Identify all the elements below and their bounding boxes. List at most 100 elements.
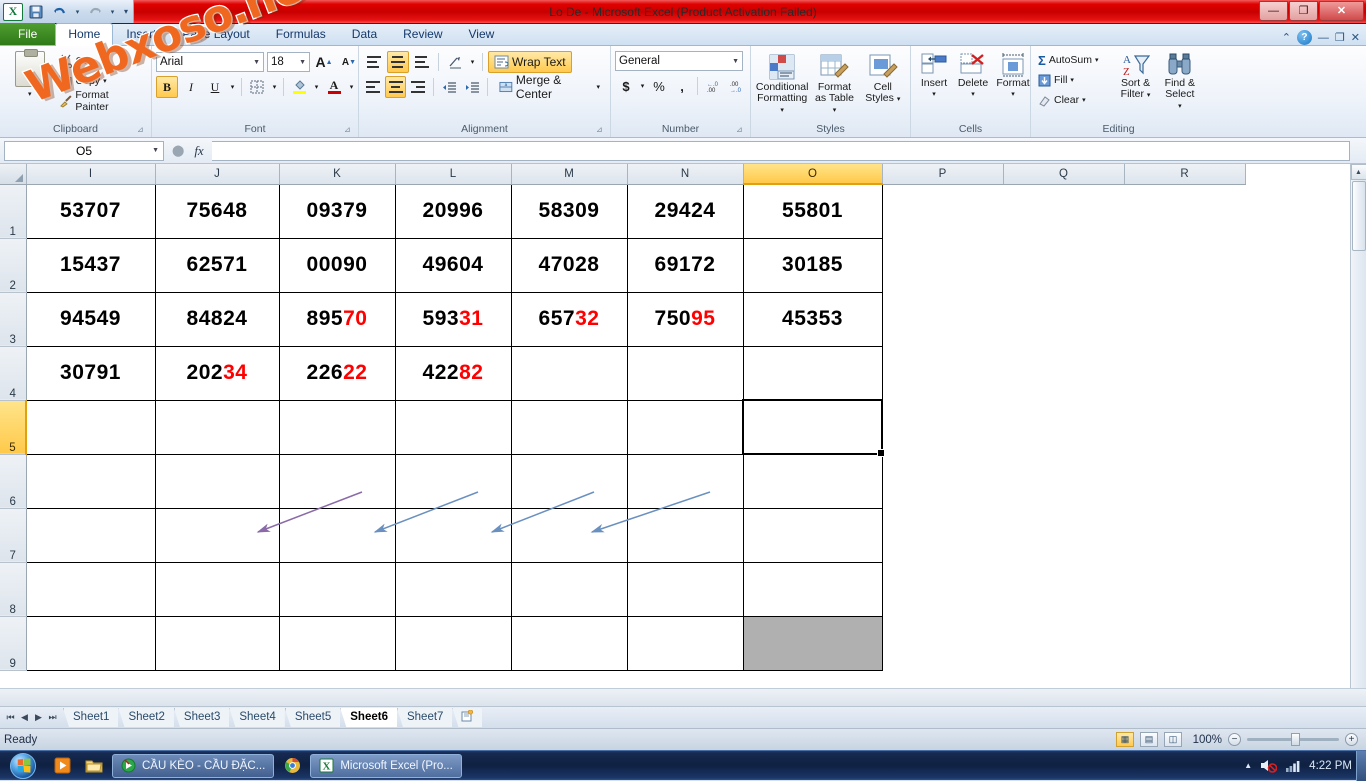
- cell-M2[interactable]: 47028: [511, 238, 627, 292]
- cell-O9[interactable]: [743, 616, 882, 670]
- increase-indent-button[interactable]: [462, 76, 482, 98]
- cell-styles-button[interactable]: Cell Styles ▾: [860, 50, 906, 107]
- table-dropdown-icon[interactable]: ▾: [833, 107, 837, 114]
- cell-K4[interactable]: 22622: [279, 346, 395, 400]
- font-color-button[interactable]: A: [323, 76, 345, 98]
- cell-J1[interactable]: 75648: [155, 184, 279, 238]
- horizontal-scroll-row[interactable]: [0, 688, 1366, 706]
- cell-R5[interactable]: [1124, 400, 1245, 454]
- cell-I2[interactable]: 15437: [26, 238, 155, 292]
- wrap-text-button[interactable]: Wrap Text: [488, 51, 572, 73]
- spreadsheet-grid[interactable]: I J K L M N O P Q R 15370775648093792099…: [0, 164, 1366, 688]
- sheet-tab-sheet1[interactable]: Sheet1: [63, 708, 118, 727]
- tab-file[interactable]: File: [0, 23, 55, 45]
- volume-mute-icon[interactable]: [1260, 758, 1277, 773]
- explorer-icon[interactable]: [78, 751, 110, 781]
- tab-view[interactable]: View: [456, 24, 508, 45]
- sheet-tab-sheet4[interactable]: Sheet4: [229, 708, 284, 727]
- cell-L2[interactable]: 49604: [395, 238, 511, 292]
- cell-P9[interactable]: [882, 616, 1003, 670]
- cell-J9[interactable]: [155, 616, 279, 670]
- cell-O3[interactable]: 45353: [743, 292, 882, 346]
- cell-L3[interactable]: 59331: [395, 292, 511, 346]
- paste-button[interactable]: ▾: [4, 49, 56, 102]
- name-box-dropdown-icon[interactable]: ▼: [148, 147, 159, 154]
- cell-J3[interactable]: 84824: [155, 292, 279, 346]
- cell-M9[interactable]: [511, 616, 627, 670]
- column-header-N[interactable]: N: [627, 164, 743, 184]
- cell-K9[interactable]: [279, 616, 395, 670]
- zoom-slider[interactable]: [1247, 733, 1339, 747]
- cell-M7[interactable]: [511, 508, 627, 562]
- cell-styles-dropdown-icon[interactable]: ▾: [897, 96, 901, 103]
- prev-sheet-button[interactable]: ◀: [18, 712, 31, 723]
- cell-N8[interactable]: [627, 562, 743, 616]
- cell-M6[interactable]: [511, 454, 627, 508]
- autosum-dropdown-icon[interactable]: ▾: [1095, 56, 1099, 64]
- next-sheet-button[interactable]: ▶: [32, 712, 45, 723]
- restore-button[interactable]: ❐: [1289, 1, 1318, 21]
- cell-P1[interactable]: [882, 184, 1003, 238]
- cell-M5[interactable]: [511, 400, 627, 454]
- sort-dropdown-icon[interactable]: ▾: [1147, 92, 1151, 99]
- font-size-input[interactable]: 18 ▼: [267, 52, 310, 72]
- cell-O1[interactable]: 55801: [743, 184, 882, 238]
- cell-I5[interactable]: [26, 400, 155, 454]
- quick-access-toolbar[interactable]: X ▾ ▾ ▾: [0, 0, 134, 23]
- cell-J2[interactable]: 62571: [155, 238, 279, 292]
- tab-insert[interactable]: Insert: [113, 24, 169, 45]
- alignment-dialog-launcher[interactable]: ⊿: [596, 125, 607, 136]
- autosum-button[interactable]: Σ AutoSum ▾: [1035, 50, 1113, 70]
- cell-I6[interactable]: [26, 454, 155, 508]
- column-header-K[interactable]: K: [279, 164, 395, 184]
- cell-Q5[interactable]: [1003, 400, 1124, 454]
- sheet-tab-sheet7[interactable]: Sheet7: [397, 708, 452, 727]
- cell-K6[interactable]: [279, 454, 395, 508]
- cell-M4[interactable]: [511, 346, 627, 400]
- shrink-font-button[interactable]: A▼: [338, 51, 360, 73]
- cell-Q8[interactable]: [1003, 562, 1124, 616]
- borders-button[interactable]: [246, 76, 268, 98]
- align-middle-button[interactable]: [387, 51, 409, 73]
- name-box[interactable]: O5 ▼: [4, 141, 164, 161]
- clear-button[interactable]: Clear ▾: [1035, 90, 1113, 110]
- fill-dropdown-icon[interactable]: ▾: [1070, 76, 1074, 84]
- cut-button[interactable]: Cut: [56, 51, 147, 71]
- font-color-dropdown-icon[interactable]: ▾: [347, 76, 356, 98]
- cell-L4[interactable]: 42282: [395, 346, 511, 400]
- taskbar-item-excel[interactable]: X Microsoft Excel (Pro...: [310, 754, 461, 778]
- paste-dropdown-icon[interactable]: ▾: [28, 89, 32, 100]
- cell-I4[interactable]: 30791: [26, 346, 155, 400]
- zoom-slider-thumb[interactable]: [1291, 733, 1300, 746]
- cell-J8[interactable]: [155, 562, 279, 616]
- cell-N9[interactable]: [627, 616, 743, 670]
- cell-Q9[interactable]: [1003, 616, 1124, 670]
- tab-review[interactable]: Review: [390, 24, 455, 45]
- taskbar-item-browser[interactable]: CẦU KÈO - CẦU ĐẶC...: [112, 754, 274, 778]
- column-header-M[interactable]: M: [511, 164, 627, 184]
- format-cells-button[interactable]: Format ▾: [993, 50, 1033, 102]
- view-normal-button[interactable]: ▦: [1116, 732, 1134, 747]
- cell-P8[interactable]: [882, 562, 1003, 616]
- row-header-6[interactable]: 6: [0, 454, 26, 508]
- decrease-indent-button[interactable]: [439, 76, 459, 98]
- copy-dropdown-icon[interactable]: ▾: [103, 77, 107, 85]
- font-size-dropdown-icon[interactable]: ▼: [295, 59, 306, 66]
- align-center-button[interactable]: [385, 76, 405, 98]
- redo-dropdown-icon[interactable]: ▾: [108, 2, 117, 22]
- number-format-dropdown-icon[interactable]: ▼: [728, 58, 739, 65]
- font-family-input[interactable]: Arial ▼: [156, 52, 264, 72]
- vertical-scrollbar[interactable]: ▲: [1350, 164, 1366, 688]
- zoom-in-button[interactable]: +: [1345, 733, 1358, 746]
- cell-K2[interactable]: 00090: [279, 238, 395, 292]
- cell-K1[interactable]: 09379: [279, 184, 395, 238]
- currency-dropdown-icon[interactable]: ▾: [638, 75, 647, 97]
- cell-L5[interactable]: [395, 400, 511, 454]
- align-left-button[interactable]: [363, 76, 383, 98]
- number-format-select[interactable]: General ▼: [615, 51, 743, 71]
- cell-K8[interactable]: [279, 562, 395, 616]
- cell-O5[interactable]: [743, 400, 882, 454]
- orientation-dropdown-icon[interactable]: ▾: [468, 51, 477, 73]
- doc-restore-button[interactable]: ❐: [1335, 31, 1345, 44]
- column-header-Q[interactable]: Q: [1003, 164, 1124, 184]
